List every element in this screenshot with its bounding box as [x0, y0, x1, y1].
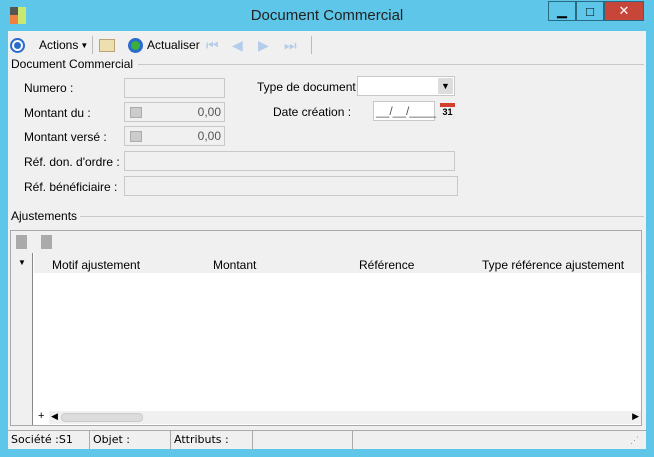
numero-label: Numero : [24, 81, 74, 95]
ref-don-input[interactable] [124, 151, 455, 171]
calculator-icon[interactable] [130, 107, 142, 118]
date-label: Date création : [273, 105, 352, 119]
status-attributs: Attributs : [171, 431, 253, 450]
add-row-button[interactable]: + [38, 410, 44, 422]
grid-toolbar [11, 231, 641, 253]
last-icon[interactable]: ⏭ [284, 35, 297, 55]
date-input[interactable]: __/__/____ [373, 101, 436, 121]
montant-du-label: Montant du : [24, 106, 91, 120]
type-doc-select[interactable]: ▼ [357, 76, 455, 96]
next-icon[interactable]: ▶ [258, 35, 269, 55]
ref-benef-label: Réf. bénéficiaire : [24, 180, 118, 194]
status-societe: Société :S1 [8, 431, 90, 450]
montant-du-value: 0,00 [197, 105, 221, 119]
numero-input[interactable] [124, 78, 225, 98]
type-doc-label: Type de document : [257, 80, 363, 94]
title-bar: Document Commercial ▁ □ ✕ [0, 0, 654, 31]
montant-verse-input[interactable]: 0,00 [124, 126, 225, 146]
client-area: Actions ▼ Actualiser ⏮ ◀ ▶ ⏭ Document Com… [8, 31, 646, 450]
montant-verse-value: 0,00 [197, 129, 221, 143]
refresh-label: Actualiser [147, 38, 200, 52]
column-header-reference[interactable]: Référence [359, 258, 414, 272]
minimize-button[interactable]: ▁ [548, 1, 576, 21]
status-objet: Objet : [90, 431, 171, 450]
edit-document-icon[interactable] [41, 235, 52, 249]
scrollbar-thumb[interactable] [61, 413, 143, 422]
ref-benef-input[interactable] [124, 176, 458, 196]
montant-du-input[interactable]: 0,00 [124, 102, 225, 122]
chevron-down-icon: ▼ [80, 40, 89, 50]
row-selector-column [11, 253, 33, 425]
refresh-button[interactable]: Actualiser [128, 35, 200, 55]
calculator-icon[interactable] [130, 131, 142, 142]
column-header-type-reference[interactable]: Type référence ajustement [482, 258, 624, 272]
column-header-montant[interactable]: Montant [213, 258, 256, 272]
scroll-left-icon[interactable]: ◀ [51, 411, 58, 422]
new-document-icon[interactable] [16, 235, 27, 249]
actions-menu[interactable]: Actions ▼ [39, 35, 88, 55]
scroll-right-icon[interactable]: ▶ [632, 411, 639, 422]
first-icon[interactable]: ⏮ [206, 35, 219, 55]
status-panel-4 [253, 431, 353, 450]
ref-don-label: Réf. don. d'ordre : [24, 155, 120, 169]
column-header-motif[interactable]: Motif ajustement [52, 258, 140, 272]
section-title-adjustments: Ajustements [11, 209, 78, 223]
montant-verse-label: Montant versé : [24, 130, 107, 144]
folder-icon[interactable] [99, 35, 115, 55]
section-title-document: Document Commercial [11, 57, 134, 71]
chevron-down-icon[interactable]: ▼ [18, 258, 26, 267]
calendar-icon[interactable]: 31 [440, 103, 455, 118]
close-button[interactable]: ✕ [604, 1, 644, 21]
resize-grip-icon[interactable]: ⋰ [630, 435, 639, 446]
horizontal-scrollbar[interactable]: ◀ ▶ [49, 411, 641, 424]
actions-label: Actions [39, 38, 79, 52]
target-icon[interactable] [10, 35, 25, 55]
chevron-down-icon[interactable]: ▼ [438, 78, 453, 94]
maximize-button[interactable]: □ [576, 1, 604, 21]
previous-icon[interactable]: ◀ [232, 35, 243, 55]
refresh-icon [128, 37, 143, 53]
